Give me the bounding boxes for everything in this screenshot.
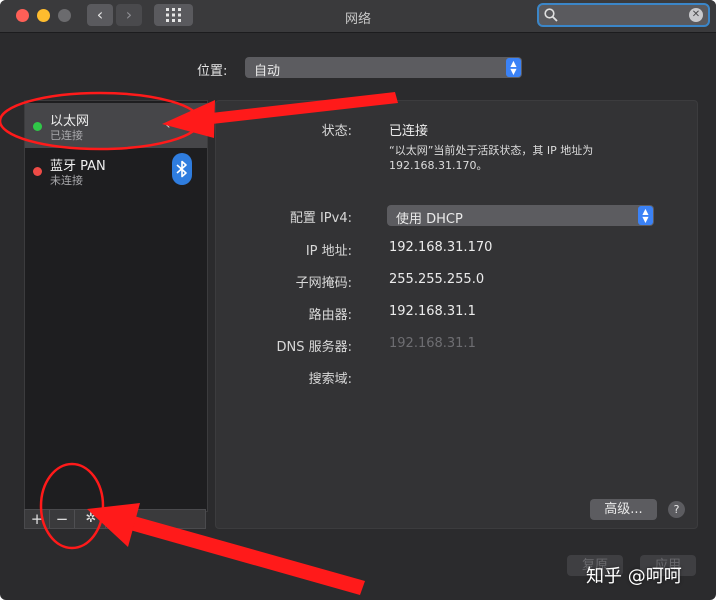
service-status: 已连接 bbox=[50, 129, 83, 142]
location-select[interactable]: 自动 ▲ ▼ bbox=[245, 57, 522, 79]
advanced-button[interactable]: 高级... bbox=[590, 499, 657, 520]
router-value: 192.168.31.1 bbox=[389, 304, 476, 319]
service-list: 以太网 已连接 ‹··› 蓝牙 PAN 未连接 bbox=[24, 100, 208, 512]
ipv4-config-select[interactable]: 使用 DHCP ▲ ▼ bbox=[387, 205, 654, 227]
status-description: “以太网”当前处于活跃状态，其 IP 地址为 192.168.31.170。 bbox=[389, 144, 594, 172]
clear-search-icon[interactable]: ✕ bbox=[689, 8, 703, 22]
service-item-bluetooth-pan[interactable]: 蓝牙 PAN 未连接 bbox=[25, 148, 207, 193]
bluetooth-icon bbox=[172, 153, 192, 185]
select-arrows-icon: ▲ ▼ bbox=[506, 58, 521, 77]
ipv4-config-value: 使用 DHCP bbox=[396, 212, 463, 227]
status-value: 已连接 bbox=[389, 124, 429, 139]
service-status: 未连接 bbox=[50, 174, 83, 187]
select-arrows-icon: ▲ ▼ bbox=[638, 206, 653, 225]
add-service-button[interactable]: + bbox=[25, 510, 50, 528]
router-label: 路由器: bbox=[308, 308, 352, 323]
search-domain-label: 搜索域: bbox=[308, 372, 352, 387]
status-dot-disconnected bbox=[33, 167, 42, 176]
remove-service-button[interactable]: − bbox=[50, 510, 75, 528]
ethernet-icon: ‹··› bbox=[165, 117, 186, 133]
subnet-mask-label: 子网掩码: bbox=[295, 276, 352, 291]
service-detail-panel: 状态: 已连接 “以太网”当前处于活跃状态，其 IP 地址为 192.168.3… bbox=[215, 100, 698, 529]
service-item-ethernet[interactable]: 以太网 已连接 ‹··› bbox=[25, 103, 207, 148]
search-icon bbox=[544, 8, 558, 22]
ip-address-value: 192.168.31.170 bbox=[389, 240, 493, 255]
status-dot-connected bbox=[33, 122, 42, 131]
status-label: 状态: bbox=[321, 124, 352, 139]
location-label: 位置: bbox=[197, 64, 228, 79]
dns-server-value: 192.168.31.1 bbox=[389, 336, 476, 351]
gear-icon[interactable]: ✲ bbox=[77, 510, 106, 528]
watermark-text: 知乎 @呵呵 bbox=[586, 566, 682, 587]
ip-address-label: IP 地址: bbox=[305, 244, 352, 259]
subnet-mask-value: 255.255.255.0 bbox=[389, 272, 485, 287]
network-preferences-window: ‹ › 网络 ✕ 位置: 自动 ▲ ▼ 以太网 已连接 ‹··› 蓝牙 PAN … bbox=[0, 0, 716, 600]
search-field[interactable]: ✕ bbox=[537, 3, 710, 27]
help-button[interactable]: ? bbox=[668, 501, 685, 518]
ipv4-config-label: 配置 IPv4: bbox=[289, 211, 352, 226]
title-bar: ‹ › 网络 ✕ bbox=[0, 0, 716, 33]
dns-server-label: DNS 服务器: bbox=[276, 340, 353, 355]
location-value: 自动 bbox=[254, 64, 281, 79]
service-list-toolbar: + − ✲ bbox=[24, 509, 206, 529]
